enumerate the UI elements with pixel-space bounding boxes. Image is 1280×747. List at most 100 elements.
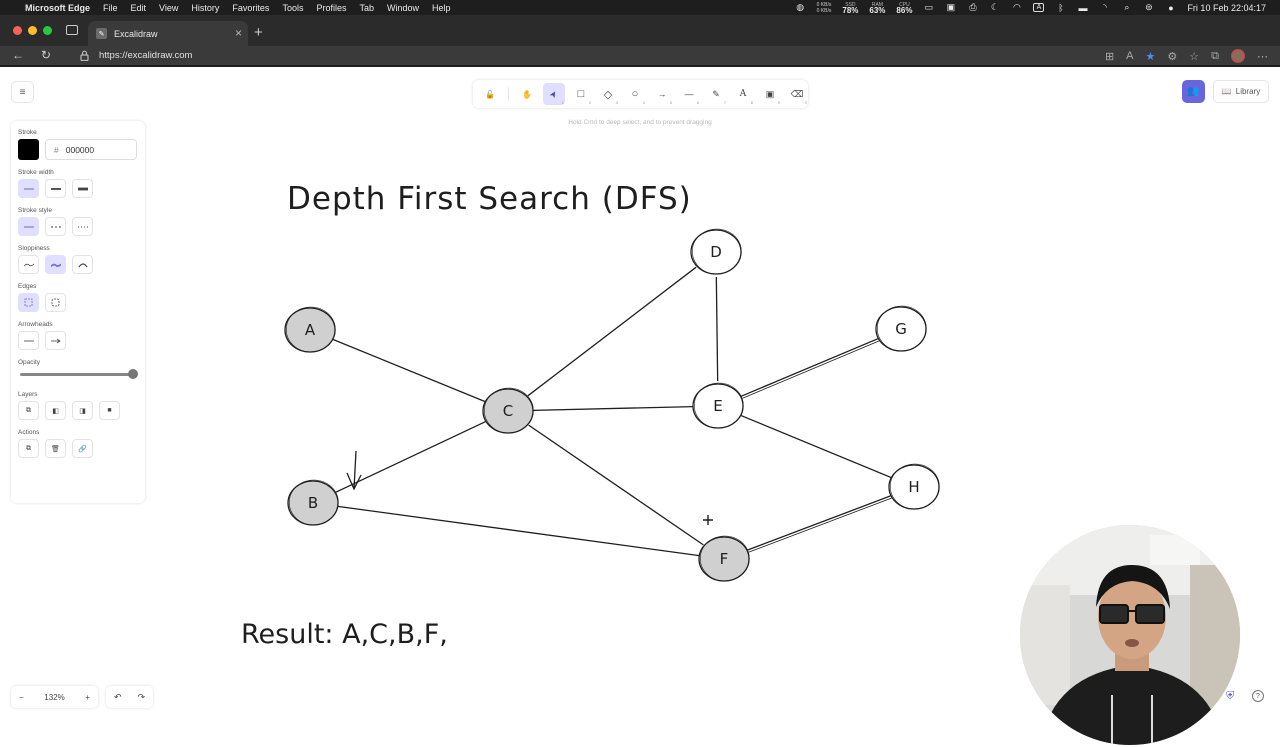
graph-edge-C-F[interactable] [528,424,704,546]
headphones-icon[interactable]: ◠ [1011,2,1022,12]
screenshot-icon[interactable]: ▣ [945,2,956,12]
menu-profiles[interactable]: Profiles [316,3,346,13]
url-field[interactable]: https://excalidraw.com [99,50,192,61]
tab-excalidraw[interactable]: ✎ Excalidraw × [88,21,248,46]
stroke-hex-input[interactable]: #000000 [45,139,137,160]
text-tool[interactable]: A8 [732,83,754,105]
menu-window[interactable]: Window [387,3,419,13]
stroke-solid-button[interactable] [18,217,39,236]
selection-tool[interactable]: ➤ 1 [543,83,565,105]
delete-button[interactable]: 🗑 [45,439,66,458]
edges-sharp-button[interactable] [18,293,39,312]
input-source-icon[interactable]: A [1033,3,1045,12]
menu-favorites[interactable]: Favorites [232,3,269,13]
battery-icon[interactable]: ▭ [923,2,934,12]
hand-tool[interactable]: ✋ [516,83,538,105]
graph-edge-B-F[interactable] [337,505,700,557]
redo-button[interactable]: ↷ [137,692,145,703]
extensions-icon[interactable]: ⚙ [1167,50,1177,63]
drawing-title[interactable]: Depth First Search (DFS) [287,181,692,217]
moon-icon[interactable]: ☾ [989,2,1000,12]
browser-menu-icon[interactable]: ⋯ [1257,50,1268,63]
wifi-icon[interactable]: ◝ [1099,2,1110,12]
collections-icon[interactable]: ⧉ [1211,50,1219,63]
new-tab-button[interactable]: + [254,24,263,41]
sloppiness-architect-button[interactable] [18,255,39,274]
duplicate-button[interactable]: ⧉ [18,439,39,458]
profile-avatar[interactable] [1231,49,1245,63]
reload-button[interactable]: ↻ [41,48,51,62]
graph-edge-E-H[interactable] [740,414,892,479]
read-aloud-icon[interactable]: A [1126,50,1133,62]
link-button[interactable]: 🔗 [72,439,93,458]
menu-tools[interactable]: Tools [282,3,303,13]
collaborate-button[interactable]: 👥 [1182,80,1205,103]
bluetooth-icon[interactable]: ᛒ [1055,3,1066,13]
help-button[interactable]: ? [1252,690,1264,702]
close-window-icon[interactable] [13,26,22,35]
opacity-slider[interactable] [20,369,138,379]
stroke-width-thin-button[interactable] [18,179,39,198]
send-backward-button[interactable]: ◧ [45,401,66,420]
app-menu[interactable]: Microsoft Edge [25,3,90,13]
opacity-slider-thumb[interactable] [128,369,138,379]
stroke-width-bold-button[interactable] [45,179,66,198]
zoom-level[interactable]: 132% [44,693,64,702]
graph-edge-C-E[interactable] [532,405,694,412]
stroke-color-swatch[interactable] [18,139,39,160]
graph-edge-C-D[interactable] [527,266,697,397]
activity-icon[interactable]: ◍ [795,2,806,12]
dfs-result-text[interactable]: Result: A,C,B,F, [241,619,448,650]
eraser-tool[interactable]: ⌫ 0 [786,83,808,106]
image-tool[interactable]: ▣ 9 [759,83,781,106]
graph-edge-D-E[interactable] [715,276,719,382]
menubar-clock[interactable]: Fri 10 Feb 22:04:17 [1187,3,1266,13]
minimize-window-icon[interactable] [28,26,37,35]
send-to-back-button[interactable]: ⧉ [18,401,39,420]
current-node-arrow[interactable] [346,450,362,491]
zoom-out-button[interactable]: − [19,693,24,702]
split-screen-icon[interactable]: ⊞ [1105,50,1114,63]
arrowhead-end-button[interactable] [45,331,66,350]
arrow-tool[interactable]: → 5 [651,83,673,105]
maximize-window-icon[interactable] [43,26,52,35]
favorites-bar-icon[interactable]: ☆ [1189,50,1199,63]
stroke-dashed-button[interactable] [45,217,66,236]
tab-close-icon[interactable]: × [235,26,242,40]
menu-history[interactable]: History [191,3,219,13]
stroke-width-extra-bold-button[interactable] [72,179,93,198]
graph-edge-F-H[interactable] [747,495,891,551]
stroke-dotted-button[interactable] [72,217,93,236]
bring-to-front-button[interactable]: ■ [99,401,120,420]
sloppiness-artist-button[interactable] [45,255,66,274]
draw-tool[interactable]: ✎ 7 [705,83,727,106]
zoom-in-button[interactable]: + [85,693,90,702]
graph-edge-A-C[interactable] [332,338,486,403]
edges-round-button[interactable] [45,293,66,312]
library-button[interactable]: 📖 Library [1213,80,1269,103]
line-tool[interactable]: —6 [678,83,700,105]
lock-tool[interactable]: 🔓 [479,83,501,105]
undo-button[interactable]: ↶ [114,692,122,703]
bring-forward-button[interactable]: ◨ [72,401,93,420]
siri-icon[interactable]: ● [1165,3,1176,13]
sloppiness-cartoonist-button[interactable] [72,255,93,274]
arrowhead-start-button[interactable] [18,331,39,350]
graph-edge-E-G[interactable] [740,338,879,397]
spotlight-search-icon[interactable]: ⌕ [1121,2,1132,12]
main-menu-button[interactable]: ≡ [11,81,34,103]
menu-view[interactable]: View [159,3,178,13]
menu-help[interactable]: Help [432,3,451,13]
inbox-icon[interactable]: ⎙ [967,2,978,12]
menu-edit[interactable]: Edit [131,3,147,13]
menu-file[interactable]: File [103,3,118,13]
ellipse-tool[interactable]: ○ 4 [624,83,646,105]
diamond-tool[interactable]: ◇ 3 [597,83,619,106]
rectangle-tool[interactable]: □ 2 [570,83,592,105]
back-button[interactable]: ← [12,48,24,62]
control-center-icon[interactable]: ⊜ [1143,2,1154,12]
battery-level-icon[interactable]: ▬ [1077,3,1088,13]
tab-actions-icon[interactable] [66,25,78,35]
menu-tab[interactable]: Tab [359,3,374,13]
favorite-star-icon[interactable]: ★ [1146,50,1156,63]
